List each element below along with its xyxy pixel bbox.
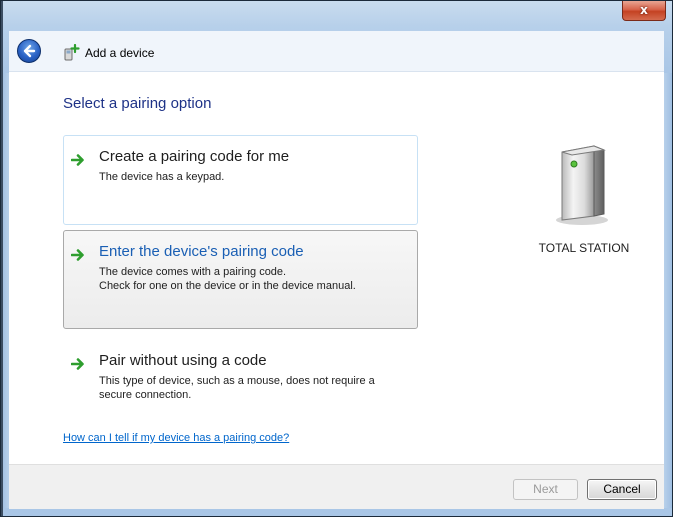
option-description-line: The device has a keypad.	[99, 171, 225, 183]
green-arrow-icon	[71, 358, 84, 370]
option-pair-without-code[interactable]: Pair without using a code This type of d…	[63, 339, 418, 409]
close-icon: x	[640, 3, 648, 17]
option-description-line: Check for one on the device or in the de…	[99, 280, 356, 292]
option-description-line: This type of device, such as a mouse, do…	[99, 375, 375, 387]
option-description-line: secure connection.	[99, 389, 192, 401]
option-description: The device comes with a pairing code. Ch…	[99, 265, 356, 293]
window-edge	[1, 1, 3, 516]
green-arrow-icon	[71, 154, 84, 166]
help-link[interactable]: How can I tell if my device has a pairin…	[63, 432, 289, 444]
device-tower-icon	[556, 145, 608, 225]
back-arrow-icon	[23, 44, 36, 58]
option-create-pairing-code[interactable]: Create a pairing code for me The device …	[63, 135, 418, 225]
green-arrow-icon	[71, 249, 84, 261]
window-frame-bottom	[1, 508, 672, 516]
back-button[interactable]	[17, 39, 41, 63]
option-enter-pairing-code[interactable]: Enter the device's pairing code The devi…	[63, 230, 418, 329]
add-device-window: x Add a device Select a pairing option C…	[0, 0, 673, 517]
option-title: Pair without using a code	[99, 352, 267, 369]
close-button[interactable]: x	[622, 1, 666, 21]
content-area: Select a pairing option Create a pairing…	[9, 72, 664, 464]
page-title: Select a pairing option	[63, 95, 212, 112]
add-device-icon	[64, 44, 80, 61]
cancel-button[interactable]: Cancel	[587, 479, 657, 500]
window-frame-right	[664, 73, 672, 516]
option-description: This type of device, such as a mouse, do…	[99, 374, 375, 402]
option-title: Create a pairing code for me	[99, 148, 290, 165]
option-title: Enter the device's pairing code	[99, 243, 304, 260]
option-description-line: The device comes with a pairing code.	[99, 266, 287, 278]
footer-bar: Next Cancel	[9, 464, 664, 509]
option-description: The device has a keypad.	[99, 170, 224, 184]
window-title: Add a device	[85, 46, 155, 60]
next-button[interactable]: Next	[513, 479, 578, 500]
device-name: TOTAL STATION	[538, 241, 630, 255]
